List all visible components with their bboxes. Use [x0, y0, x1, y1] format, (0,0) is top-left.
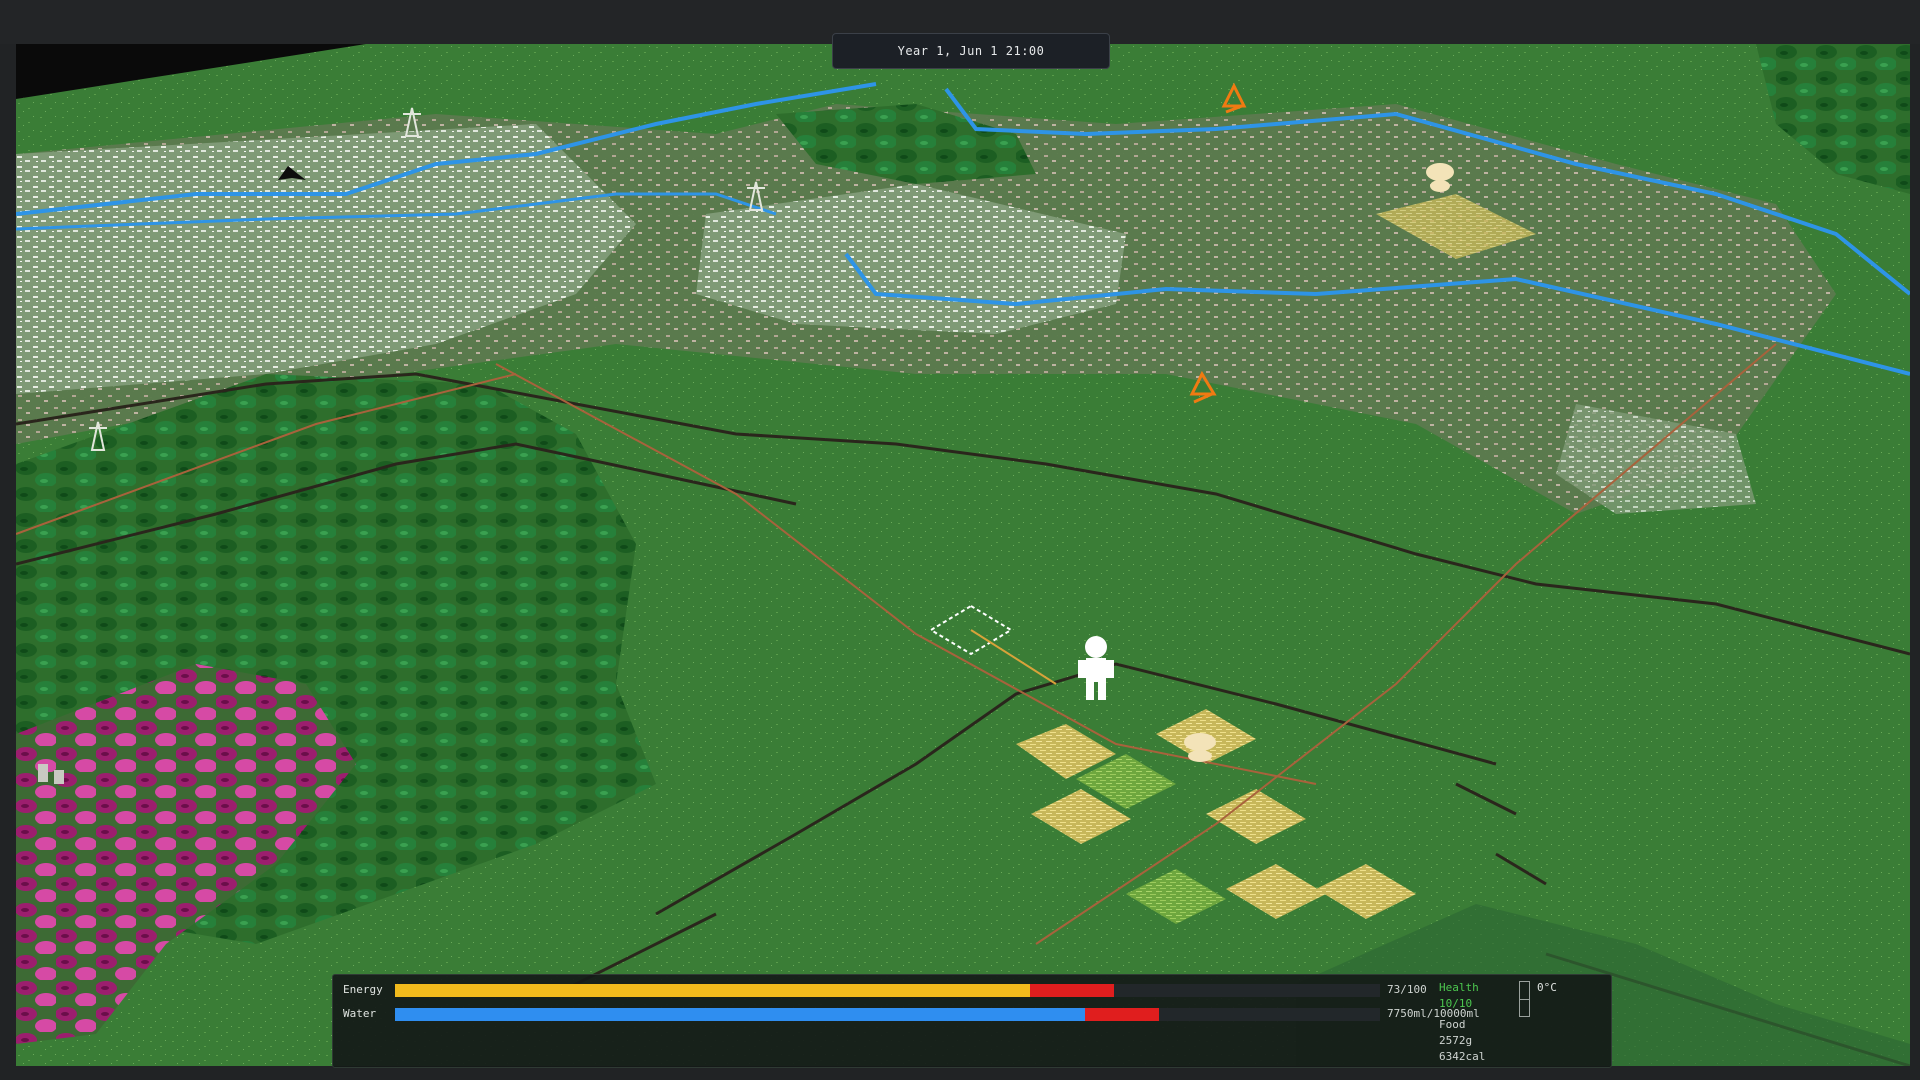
world-viewport[interactable] — [16, 44, 1910, 1066]
food-calories: 6342cal — [1439, 1050, 1486, 1063]
energy-value: 73/100 — [1387, 983, 1427, 996]
mushroom-icon[interactable] — [1184, 733, 1216, 762]
water-bar-fill — [395, 1008, 1085, 1021]
water-bar-pending-loss — [1085, 1008, 1159, 1021]
water-label: Water — [343, 1007, 377, 1020]
health-label: Health — [1439, 981, 1479, 994]
energy-bar-fill — [395, 984, 1030, 997]
water-bar — [395, 1008, 1380, 1021]
date-time-display: Year 1, Jun 1 21:00 — [832, 33, 1110, 69]
energy-bar — [395, 984, 1380, 997]
game-window: Year 1, Jun 1 21:00 Energy 73/100 Water … — [0, 0, 1920, 1080]
food-grams: 2572g — [1439, 1034, 1473, 1047]
health-value: 10/10 — [1439, 997, 1473, 1010]
date-time-text: Year 1, Jun 1 21:00 — [897, 44, 1045, 58]
isometric-map[interactable] — [16, 44, 1910, 1066]
energy-label: Energy — [343, 983, 383, 996]
temperature-gauge-icon — [1519, 981, 1530, 1017]
energy-bar-pending-loss — [1030, 984, 1114, 997]
temperature-value: 0°C — [1537, 981, 1557, 994]
food-label: Food — [1439, 1018, 1466, 1031]
status-hud: Energy 73/100 Water 7750ml/10000ml Healt… — [332, 974, 1612, 1068]
